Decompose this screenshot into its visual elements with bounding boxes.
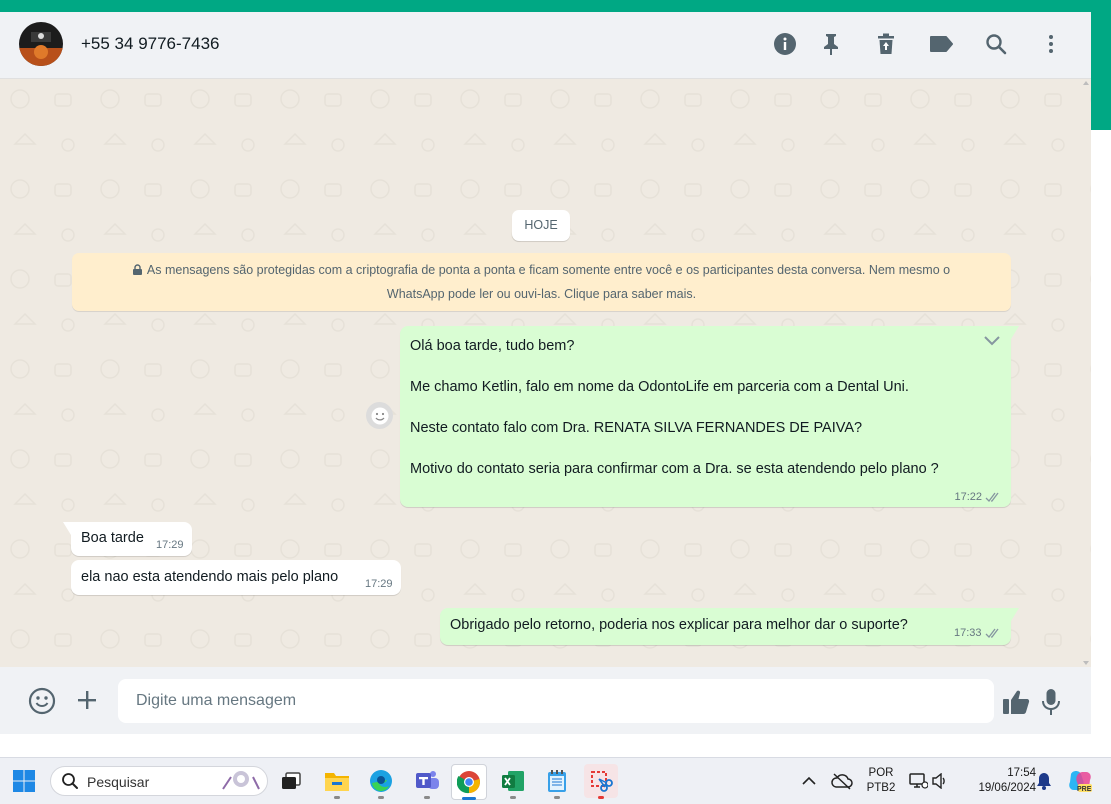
label-icon[interactable] — [927, 30, 955, 58]
taskbar-search-label: Pesquisar — [87, 774, 150, 790]
chat-panel[interactable]: HOJE As mensagens são protegidas com a c… — [0, 79, 1091, 667]
message-time: 17:22 — [954, 491, 982, 503]
date-separator: HOJE — [512, 210, 570, 241]
running-indicator — [424, 796, 430, 799]
copilot-icon[interactable]: PRE — [1064, 764, 1096, 798]
double-check-icon — [985, 627, 1001, 643]
info-icon[interactable] — [771, 30, 799, 58]
volume-icon[interactable] — [928, 764, 952, 798]
message-text: Me chamo Ketlin, falo em nome da OdontoL… — [410, 379, 909, 395]
search-highlight-icon — [222, 771, 260, 790]
bubble-tail — [1011, 608, 1019, 621]
language-indicator[interactable]: POR PTB2 — [866, 767, 896, 794]
message-bubble-incoming[interactable]: ela nao esta atendendo mais pelo plano 1… — [71, 560, 401, 595]
clock-time: 17:54 — [1007, 767, 1036, 779]
file-explorer-icon[interactable] — [320, 764, 354, 799]
menu-icon[interactable] — [1037, 30, 1065, 58]
composer-bar — [0, 667, 1091, 734]
message-bubble-outgoing[interactable]: Olá boa tarde, tudo bem? Me chamo Ketlin… — [400, 326, 1019, 507]
message-text: Neste contato falo com Dra. RENATA SILVA… — [410, 420, 863, 436]
chrome-icon[interactable] — [451, 764, 487, 800]
excel-icon[interactable] — [496, 764, 530, 799]
avatar[interactable] — [19, 22, 63, 66]
emoji-icon[interactable] — [27, 686, 57, 716]
running-indicator — [378, 796, 384, 799]
chat-scrollbar[interactable] — [1082, 79, 1090, 667]
double-check-icon — [985, 491, 1001, 507]
bubble-tail — [1011, 326, 1019, 339]
search-icon — [62, 773, 78, 789]
message-time: 17:29 — [156, 539, 184, 551]
microphone-icon[interactable] — [1038, 687, 1064, 717]
start-icon[interactable] — [7, 764, 41, 798]
language-bottom: PTB2 — [866, 782, 896, 794]
running-indicator — [334, 796, 340, 799]
message-text: Boa tarde — [81, 530, 144, 546]
thumbs-up-icon[interactable] — [1001, 687, 1031, 717]
running-indicator — [554, 796, 560, 799]
window-right-border — [1091, 130, 1111, 734]
notification-bell-icon[interactable] — [1030, 764, 1058, 798]
edge-icon[interactable] — [364, 764, 398, 799]
chevron-down-icon[interactable] — [983, 334, 1001, 350]
language-top: POR — [868, 767, 894, 779]
copilot-badge: PRE — [1077, 786, 1092, 793]
message-time: 17:33 — [954, 627, 982, 639]
message-text: Olá boa tarde, tudo bem? — [410, 338, 575, 354]
encryption-notice-line2: WhatsApp pode ler ou ouvi-las. Clique pa… — [386, 287, 697, 301]
teams-icon[interactable] — [410, 764, 444, 799]
chat-header: +55 34 9776-7436 — [0, 12, 1091, 79]
contact-name[interactable]: +55 34 9776-7436 — [81, 34, 220, 54]
message-input[interactable] — [118, 679, 994, 723]
desktop-gap — [0, 734, 1111, 757]
message-text: Obrigado pelo retorno, poderia nos expli… — [450, 617, 908, 633]
chevron-up-icon[interactable] — [795, 764, 823, 798]
encryption-notice[interactable]: As mensagens são protegidas com a cripto… — [72, 253, 1011, 311]
pin-icon[interactable] — [817, 30, 845, 58]
active-indicator — [462, 797, 476, 800]
lock-icon — [132, 260, 142, 283]
message-text: ela nao esta atendendo mais pelo plano — [81, 569, 339, 585]
window-top-accent — [0, 0, 1111, 12]
notepad-icon[interactable] — [540, 764, 574, 799]
plus-icon[interactable] — [74, 687, 100, 713]
message-bubble-outgoing[interactable]: Obrigado pelo retorno, poderia nos expli… — [440, 608, 1019, 645]
window-right-accent — [1091, 0, 1111, 130]
taskbar-search[interactable]: Pesquisar — [50, 766, 268, 796]
snipping-tool-icon[interactable] — [584, 764, 618, 799]
bubble-tail — [63, 522, 71, 535]
onedrive-offline-icon[interactable] — [828, 764, 856, 798]
message-bubble-incoming[interactable]: Boa tarde 17:29 — [63, 522, 192, 556]
running-indicator — [510, 796, 516, 799]
task-view-icon[interactable] — [274, 764, 308, 798]
message-text: Motivo do contato seria para confirmar c… — [410, 461, 939, 477]
clock[interactable]: 17:54 19/06/2024 — [964, 767, 1036, 794]
encryption-notice-line1: As mensagens são protegidas com a cripto… — [146, 263, 951, 277]
running-indicator — [598, 796, 604, 799]
search-icon[interactable] — [982, 30, 1010, 58]
delete-icon[interactable] — [872, 30, 900, 58]
clock-date: 19/06/2024 — [978, 782, 1036, 794]
windows-taskbar: Pesquisar POR PTB2 17:54 19/06/2024 PRE — [0, 757, 1111, 804]
reaction-emoji-icon[interactable] — [366, 402, 393, 429]
whatsapp-window: +55 34 9776-7436 HOJE As mensagens são p… — [0, 12, 1091, 734]
message-time: 17:29 — [365, 578, 393, 590]
